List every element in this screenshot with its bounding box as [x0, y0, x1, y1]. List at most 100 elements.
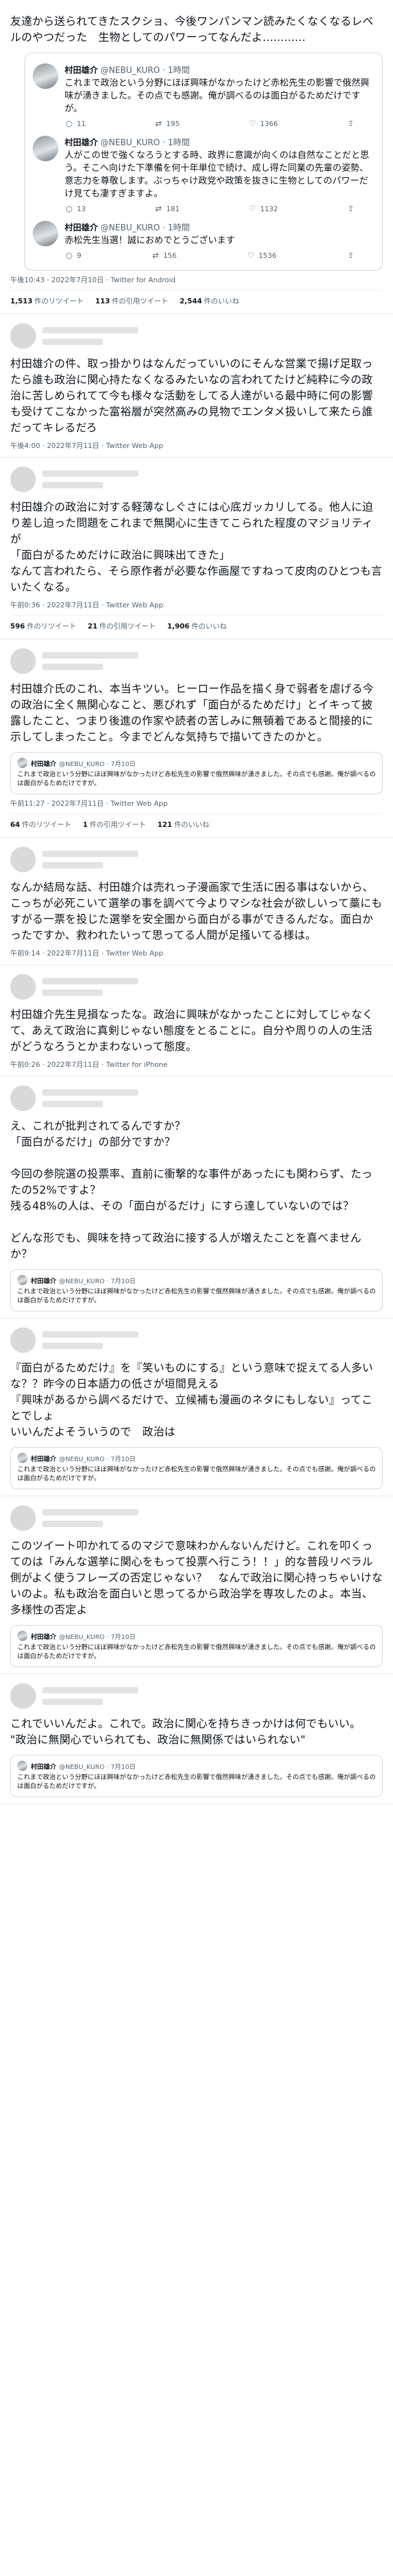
avatar[interactable]: [17, 1631, 28, 1641]
reply-count: 13: [77, 204, 86, 213]
tweet-card[interactable]: 『面白がるためだけ』を『笑いものにする』という意味で捉えてる人多いな？？昨今の日…: [0, 1318, 393, 1496]
avatar[interactable]: [33, 63, 58, 89]
quoted-tweet[interactable]: 村田雄介 @NEBU_KURO · 1時間 これまで政治という分野にほぼ興味がなかっ…: [33, 60, 374, 132]
author-handle: @NEBU_KURO · 7月10日: [59, 1633, 136, 1641]
reply-count: 9: [77, 251, 81, 260]
retweet-count: 181: [166, 204, 180, 213]
avatar[interactable]: [10, 974, 36, 1000]
avatar[interactable]: [10, 467, 36, 492]
quoted-tweet[interactable]: 村田雄介 @NEBU_KURO · 7月10日 これまで政治という分野にほぼ興味がな…: [10, 1269, 383, 1311]
count-item[interactable]: 596 件のリツイート: [10, 621, 76, 631]
count-item[interactable]: 121 件のいいね: [157, 819, 209, 829]
redacted-author: [42, 978, 138, 996]
author-name[interactable]: 村田雄介: [31, 1453, 56, 1463]
tweet-compilation: 友達から送られてきたスクショ、今後ワンパンマン読みたくなくなるレベルのやつだった…: [0, 0, 393, 1804]
reply-icon[interactable]: ○: [65, 119, 74, 128]
redacted-author: [42, 470, 138, 488]
avatar[interactable]: [10, 1505, 36, 1531]
count-item[interactable]: 2,544 件のいいね: [180, 296, 239, 306]
avatar[interactable]: [17, 758, 28, 768]
retweet-count: 195: [166, 119, 180, 128]
avatar[interactable]: [17, 1275, 28, 1285]
author-name[interactable]: 村田雄介: [31, 1276, 56, 1285]
count-number: 113: [95, 297, 110, 305]
quoted-tweet[interactable]: 村田雄介 @NEBU_KURO · 7月10日 これまで政治という分野にほぼ興味がな…: [10, 1447, 383, 1489]
share-icon[interactable]: ⇪: [346, 204, 355, 213]
count-item[interactable]: 1 件の引用ツイート: [83, 819, 146, 829]
heart-icon[interactable]: ♡: [248, 119, 257, 128]
heart-icon[interactable]: ♡: [248, 204, 257, 213]
count-item[interactable]: 21 件の引用ツイート: [88, 621, 156, 631]
quoted-tweet[interactable]: 村田雄介 @NEBU_KURO · 7月10日 これまで政治という分野にほぼ興味がな…: [10, 1625, 383, 1667]
tweet-author-header: [10, 1503, 383, 1533]
tweet-card[interactable]: 友達から送られてきたスクショ、今後ワンパンマン読みたくなくなるレベルのやつだった…: [0, 8, 393, 314]
tweet-card[interactable]: このツイート叩かれてるのマジで意味わかんないんだけど。これを叩くってのは「みんな…: [0, 1496, 393, 1674]
tweet-text: え、これが批判されてるんですか？ 「面白がるだけ」の部分ですか？ 今回の参院選の…: [10, 1120, 373, 1261]
quoted-tweet-body: 村田雄介 @NEBU_KURO · 1時間 人がこの世で強くなろうとする時、政界に意…: [65, 136, 374, 213]
reply-icon[interactable]: ○: [65, 251, 74, 260]
avatar[interactable]: [10, 1085, 36, 1111]
avatar[interactable]: [10, 847, 36, 872]
author-name[interactable]: 村田雄介: [65, 138, 98, 148]
retweet-action[interactable]: ⇄ 195: [154, 119, 180, 128]
quoted-tweet[interactable]: 村田雄介 @NEBU_KURO · 1時間 赤松先生当選！誠におめでとうございます ○…: [33, 217, 374, 264]
share-action[interactable]: ⇪: [346, 251, 355, 260]
share-icon[interactable]: ⇪: [346, 251, 355, 260]
reply-icon[interactable]: ○: [65, 204, 74, 213]
share-action[interactable]: ⇪: [346, 119, 355, 128]
reply-action[interactable]: ○ 11: [65, 119, 86, 128]
avatar[interactable]: [33, 136, 58, 161]
tweet-card[interactable]: え、これが批判されてるんですか？ 「面白がるだけ」の部分ですか？ 今回の参院選の…: [0, 1076, 393, 1318]
redacted-name: [42, 1687, 138, 1693]
share-action[interactable]: ⇪: [346, 204, 355, 213]
author-name[interactable]: 村田雄介: [65, 66, 98, 76]
quoted-tweet-header: 村田雄介 @NEBU_KURO · 7月10日: [17, 1631, 376, 1641]
quoted-tweet-header: 村田雄介 @NEBU_KURO · 7月10日: [17, 1761, 376, 1771]
like-action[interactable]: ♡ 1536: [246, 251, 277, 260]
avatar[interactable]: [10, 323, 36, 349]
redacted-author: [42, 1687, 138, 1705]
tweet-actions: ○ 13 ⇄ 181 ♡ 1132 ⇪: [65, 204, 374, 213]
retweet-icon[interactable]: ⇄: [154, 204, 163, 213]
retweet-icon[interactable]: ⇄: [154, 119, 163, 128]
tweet-card[interactable]: 村田雄介の件、取っ掛かりはなんだっていいのにそんな営業で揚げ足取ったら誰も政治に…: [0, 314, 393, 458]
tweet-card[interactable]: 村田雄介の政治に対する軽薄なしぐさには心底ガッカリしてる。他人に迫り差し迫った問…: [0, 458, 393, 639]
count-item[interactable]: 113 件の引用ツイート: [95, 296, 168, 306]
count-item[interactable]: 64 件のリツイート: [10, 819, 71, 829]
share-icon[interactable]: ⇪: [346, 119, 355, 128]
redacted-name: [42, 851, 138, 857]
avatar[interactable]: [10, 1683, 36, 1709]
quoted-thread[interactable]: 村田雄介 @NEBU_KURO · 1時間 これまで政治という分野にほぼ興味がなかっ…: [24, 52, 383, 271]
avatar[interactable]: [10, 648, 36, 674]
quoted-tweet[interactable]: 村田雄介 @NEBU_KURO · 7月10日 これまで政治という分野にほぼ興味がな…: [10, 1755, 383, 1797]
author-name[interactable]: 村田雄介: [31, 758, 56, 768]
author-name[interactable]: 村田雄介: [31, 1631, 56, 1641]
tweet-card[interactable]: 村田雄介先生見損なったな。政治に興味がなかったことに対してじゃなくて、あえて政治…: [0, 965, 393, 1076]
avatar[interactable]: [10, 1327, 36, 1353]
avatar[interactable]: [33, 221, 58, 246]
heart-icon[interactable]: ♡: [246, 251, 255, 260]
author-name[interactable]: 村田雄介: [65, 223, 98, 233]
tweet-card[interactable]: これでいいんだよ。これで。政治に関心を持ちきっかけは何でもいい。 "政治に無関心…: [0, 1674, 393, 1804]
quoted-tweet[interactable]: 村田雄介 @NEBU_KURO · 1時間 人がこの世で強くなろうとする時、政界に意…: [33, 132, 374, 217]
reply-action[interactable]: ○ 13: [65, 204, 86, 213]
tweet-card[interactable]: 村田雄介氏のこれ、本当キツい。ヒーロー作品を描く身で弱者を虐げる今の政治に全く無…: [0, 639, 393, 838]
redacted-name: [42, 327, 138, 333]
count-number: 1,906: [167, 622, 190, 630]
like-action[interactable]: ♡ 1132: [248, 204, 278, 213]
retweet-icon[interactable]: ⇄: [151, 251, 160, 260]
retweet-action[interactable]: ⇄ 181: [154, 204, 180, 213]
avatar[interactable]: [17, 1453, 28, 1463]
avatar[interactable]: [17, 1761, 28, 1771]
count-item[interactable]: 1,906 件のいいね: [167, 621, 227, 631]
author-name[interactable]: 村田雄介: [31, 1761, 56, 1771]
tweet-text: 友達から送られてきたスクショ、今後ワンパンマン読みたくなくなるレベルのやつだった…: [10, 15, 374, 44]
tweet-text: 村田雄介先生見損なったな。政治に興味がなかったことに対してじゃなくて、あえて政治…: [10, 1009, 374, 1053]
like-action[interactable]: ♡ 1366: [248, 119, 278, 128]
retweet-action[interactable]: ⇄ 156: [151, 251, 177, 260]
quoted-tweet[interactable]: 村田雄介 @NEBU_KURO · 7月10日 これまで政治という分野にほぼ興味がな…: [10, 752, 383, 794]
tweet-card[interactable]: なんか結局な話、村田雄介は売れっ子漫画家で生活に困る事はないから、こっちが必死こ…: [0, 838, 393, 965]
reply-action[interactable]: ○ 9: [65, 251, 81, 260]
redacted-handle: [42, 1699, 103, 1705]
count-item[interactable]: 1,513 件のリツイート: [10, 296, 84, 306]
